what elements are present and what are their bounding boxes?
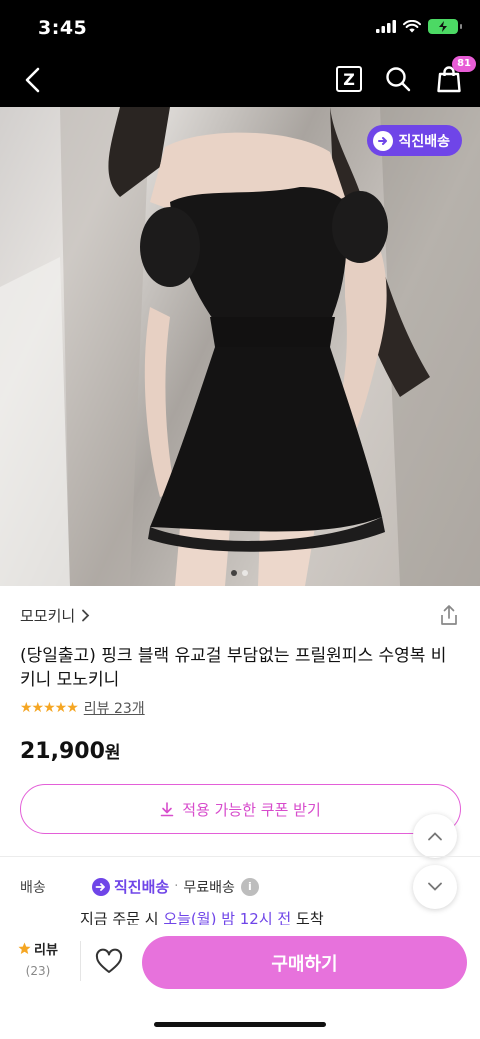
rating-stars: ★★★★★ bbox=[20, 700, 79, 716]
product-price: 21,900원 bbox=[20, 738, 121, 764]
carousel-dot[interactable] bbox=[242, 570, 248, 576]
top-bar: 3:45 Z 81 bbox=[0, 0, 480, 107]
info-icon[interactable]: i bbox=[240, 877, 259, 896]
scroll-up-button[interactable] bbox=[413, 814, 457, 858]
status-time: 3:45 bbox=[38, 17, 88, 39]
product-photo bbox=[0, 107, 480, 586]
heart-icon[interactable] bbox=[94, 947, 124, 977]
store-link[interactable]: 모모키니 bbox=[20, 605, 90, 626]
chevron-right-icon bbox=[82, 609, 90, 621]
zigzag-home-icon[interactable]: Z bbox=[336, 66, 362, 92]
chevron-up-icon bbox=[428, 832, 442, 841]
review-summary-button[interactable]: 리뷰 (23) bbox=[18, 939, 58, 978]
home-indicator bbox=[154, 1022, 326, 1027]
back-arrow-icon[interactable] bbox=[18, 64, 50, 96]
status-icons bbox=[376, 19, 462, 34]
direct-shipping-text: 직진배송 bbox=[114, 878, 170, 896]
share-icon[interactable] bbox=[438, 604, 460, 626]
review-count-link[interactable]: 리뷰 23개 bbox=[84, 698, 145, 718]
free-shipping-text: 무료배송 bbox=[183, 879, 235, 896]
cart-count-badge: 81 bbox=[452, 56, 476, 72]
section-divider bbox=[0, 856, 480, 857]
coupon-label: 적용 가능한 쿠폰 받기 bbox=[182, 800, 321, 819]
nav-actions: Z 81 bbox=[336, 56, 476, 94]
download-icon bbox=[160, 801, 174, 816]
direct-shipping-chip: 직진배송 bbox=[367, 125, 462, 156]
signal-icon bbox=[376, 20, 396, 33]
direct-shipping-label: 직진배송 bbox=[398, 133, 450, 150]
review-label: 리뷰 bbox=[34, 943, 58, 958]
wifi-icon bbox=[403, 20, 421, 33]
store-name: 모모키니 bbox=[20, 606, 76, 625]
rating-row: ★★★★★ 리뷰 23개 bbox=[20, 698, 145, 718]
direct-shipping-icon bbox=[92, 877, 110, 896]
review-summary-top: 리뷰 bbox=[18, 939, 58, 958]
store-row: 모모키니 bbox=[20, 604, 460, 626]
price-currency: 원 bbox=[104, 743, 121, 763]
product-image[interactable]: 직진배송 bbox=[0, 107, 480, 586]
direct-shipping-brand: 직진배송 bbox=[92, 876, 169, 897]
star-icon bbox=[18, 942, 31, 954]
arrow-right-icon bbox=[373, 130, 394, 151]
bottom-action-bar: 리뷰 (23) 구매하기 bbox=[0, 925, 480, 1039]
review-count: (23) bbox=[25, 964, 51, 978]
buy-button[interactable]: 구매하기 bbox=[142, 936, 467, 989]
search-icon[interactable] bbox=[384, 65, 412, 93]
price-value: 21,900 bbox=[20, 739, 105, 764]
shipping-label: 배송 bbox=[20, 879, 46, 896]
carousel-dot[interactable] bbox=[231, 570, 237, 576]
separator-dot: · bbox=[174, 879, 179, 894]
cart-button[interactable]: 81 bbox=[434, 56, 476, 94]
product-title: (당일출고) 핑크 블랙 유교걸 부담없는 프릴원피스 수영복 비키니 모노키니 bbox=[20, 646, 447, 690]
bar-divider bbox=[80, 941, 81, 981]
coupon-button[interactable]: 적용 가능한 쿠폰 받기 bbox=[20, 784, 461, 834]
battery-icon bbox=[428, 19, 462, 34]
shipping-row: 배송 직진배송 · 무료배송 i bbox=[20, 876, 460, 897]
carousel-dots bbox=[231, 570, 248, 576]
